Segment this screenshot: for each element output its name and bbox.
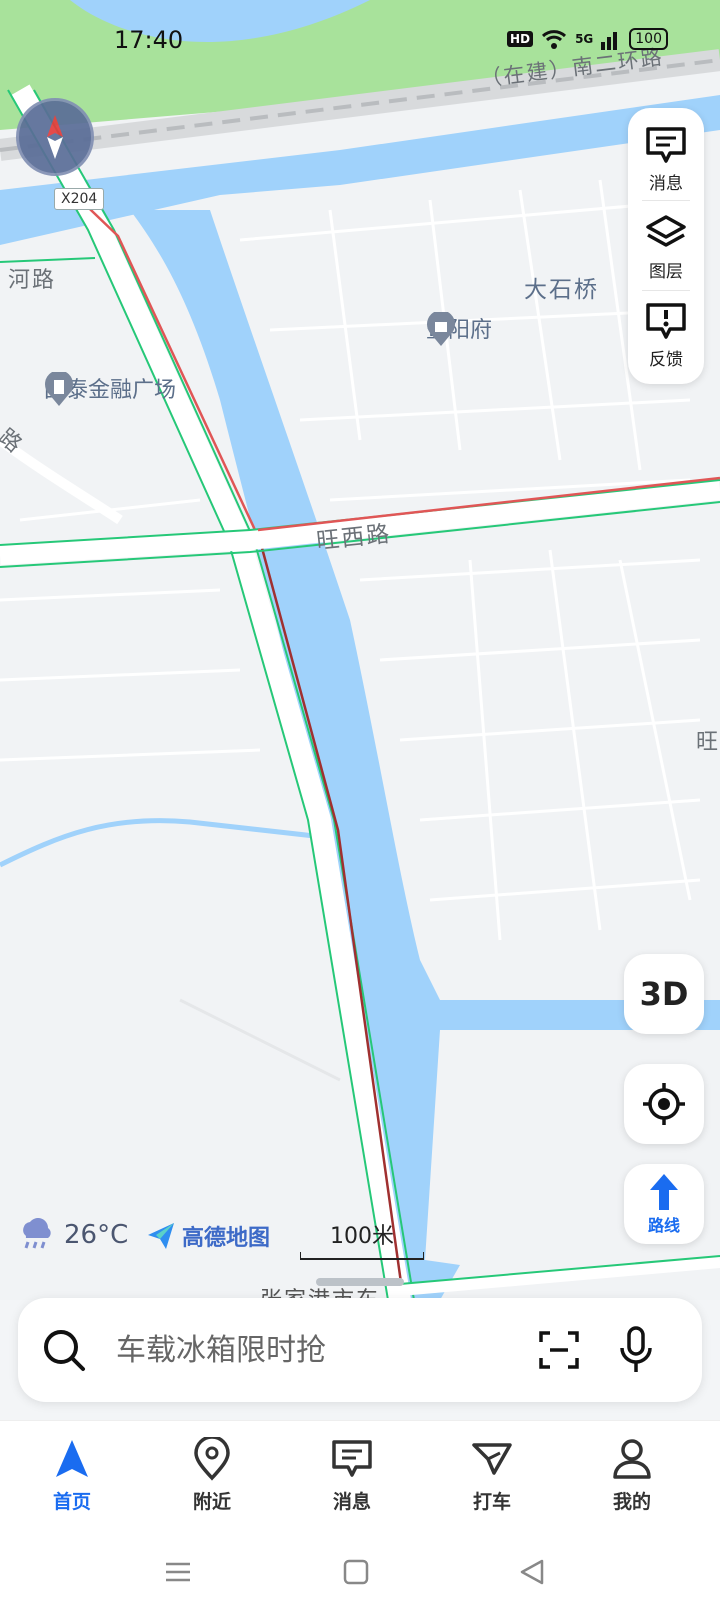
message-icon (332, 1440, 372, 1477)
search-icon (44, 1330, 85, 1371)
poi-label-dashiqiao[interactable]: 大石桥 (524, 270, 599, 304)
road-label-he: 河路 (8, 268, 57, 293)
divider (642, 200, 690, 201)
microphone-icon[interactable] (618, 1326, 654, 1374)
tab-home[interactable]: 首页 (22, 1437, 122, 1514)
tab-profile-label: 我的 (612, 1491, 651, 1513)
compass-icon (47, 115, 63, 159)
rain-cloud-icon (23, 1218, 51, 1249)
search-input[interactable] (116, 1328, 516, 1372)
locate-button[interactable] (624, 1064, 704, 1144)
brand-name: 高德地图 (182, 1226, 271, 1251)
navigation-arrow-icon (56, 1440, 88, 1477)
tab-messages-label: 消息 (332, 1491, 371, 1513)
scan-icon[interactable] (538, 1330, 580, 1370)
tab-profile[interactable]: 我的 (582, 1437, 682, 1514)
tab-home-label: 首页 (52, 1491, 91, 1513)
scale-bar (300, 1252, 424, 1260)
route-arrow-icon (650, 1174, 678, 1210)
feedback-icon (646, 302, 686, 339)
network-label: 5G (575, 32, 594, 46)
poi-pin-icon (45, 372, 73, 406)
messages-label: 消息 (649, 173, 683, 194)
tab-messages[interactable]: 消息 (302, 1437, 402, 1514)
layers-button[interactable]: 图层 (628, 202, 704, 292)
home-square-icon[interactable] (342, 1558, 370, 1586)
3d-label: 3D (639, 975, 689, 1013)
map-canvas (0, 0, 720, 1300)
road-label-edge: 旺 (696, 730, 720, 755)
location-pin-icon (194, 1437, 230, 1481)
road-tag-x204: X204 (54, 188, 105, 210)
bottom-navigation: 首页 附近 消息 打车 我的 (0, 1420, 720, 1536)
feedback-label: 反馈 (649, 349, 683, 370)
amap-logo-icon (148, 1223, 174, 1249)
poi-jiyangfu[interactable]: 暨阳府 (426, 312, 492, 346)
system-navigation-bar (0, 1536, 720, 1608)
weather-widget[interactable]: 26°C (18, 1218, 128, 1252)
menu-icon[interactable] (164, 1558, 192, 1586)
search-bar[interactable] (18, 1298, 702, 1402)
feedback-button[interactable]: 反馈 (628, 290, 704, 380)
poi-guotai[interactable]: 国泰金融广场 (44, 372, 176, 406)
status-bar: 17:40 HD 5G 100 (0, 0, 720, 80)
compass-button[interactable] (16, 98, 94, 176)
taxi-icon (472, 1443, 512, 1475)
3d-toggle-button[interactable]: 3D (624, 954, 704, 1034)
wifi-icon (542, 30, 567, 49)
back-icon[interactable] (518, 1558, 546, 1586)
weather-temperature: 26°C (64, 1220, 129, 1250)
map-tools-panel: 消息 图层 反馈 (628, 108, 704, 384)
tab-nearby[interactable]: 附近 (162, 1437, 262, 1514)
tab-taxi-label: 打车 (472, 1491, 511, 1513)
message-icon (646, 126, 686, 163)
messages-button[interactable]: 消息 (628, 114, 704, 204)
poi-pin-icon (427, 312, 455, 346)
status-time: 17:40 (114, 26, 184, 54)
scale-label: 100米 (330, 1224, 394, 1249)
battery-icon: 100 (629, 28, 668, 50)
signal-icon (601, 32, 618, 50)
drawer-handle[interactable] (316, 1278, 404, 1286)
brand-logo: 高德地图 (146, 1220, 270, 1252)
layers-icon (646, 214, 686, 247)
tab-nearby-label: 附近 (192, 1491, 231, 1513)
hd-icon: HD (507, 31, 534, 47)
route-button[interactable]: 路线 (624, 1164, 704, 1244)
locate-icon (643, 1083, 685, 1125)
map-view[interactable]: （在建）南二环路 河路 路 旺西路 旺 张家港市东 大石桥 暨阳府 国泰金融广场… (0, 0, 720, 1313)
map-scale: 100米 (300, 1218, 424, 1260)
route-label: 路线 (647, 1216, 680, 1235)
tab-taxi[interactable]: 打车 (442, 1437, 542, 1514)
app-root: （在建）南二环路 河路 路 旺西路 旺 张家港市东 大石桥 暨阳府 国泰金融广场… (0, 0, 720, 1608)
status-icons: HD 5G 100 (507, 28, 668, 50)
layers-label: 图层 (649, 261, 683, 282)
user-icon (613, 1439, 651, 1479)
